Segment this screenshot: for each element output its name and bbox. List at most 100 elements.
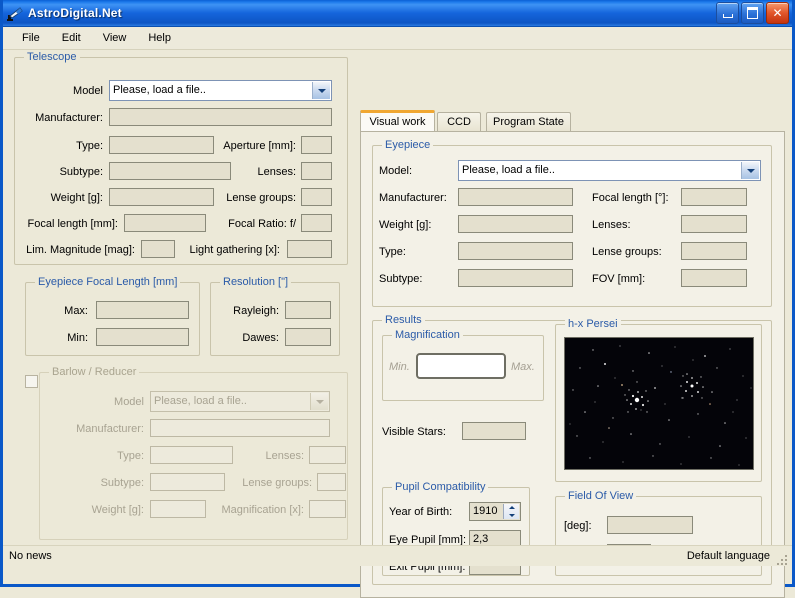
visual-work-panel: Eyepiece Model: Please, load a file.. Ma… <box>360 131 785 598</box>
eyepiece-model-combo[interactable]: Please, load a file.. <box>458 160 761 181</box>
tab-ccd[interactable]: CCD <box>437 112 481 131</box>
eyepiece-focal-length-field[interactable] <box>681 188 747 206</box>
telescope-model-value: Please, load a file.. <box>113 84 206 96</box>
barlow-group: Barlow / Reducer Model Please, load a fi… <box>39 366 348 540</box>
telescope-focal-length-label: Focal length [mm]: <box>27 218 118 230</box>
telescope-model-combo[interactable]: Please, load a file.. <box>109 80 332 101</box>
resolution-dawes-field[interactable] <box>285 328 331 346</box>
fov-deg-field[interactable] <box>607 516 693 534</box>
efl-max-field[interactable] <box>96 301 189 319</box>
resolution-caption: Resolution ["] <box>220 276 292 288</box>
telescope-focal-ratio-label: Focal Ratio: f/ <box>228 218 296 230</box>
magnification-min-label: Min. <box>389 361 410 373</box>
menu-bar: File Edit View Help <box>3 27 792 50</box>
menu-item-edit[interactable]: Edit <box>51 29 92 47</box>
telescope-lenses-field[interactable] <box>301 162 332 180</box>
resolution-rayleigh-field[interactable] <box>285 301 331 319</box>
telescope-manufacturer-field[interactable] <box>109 108 332 126</box>
efl-min-field[interactable] <box>96 328 189 346</box>
barlow-type-field <box>150 446 233 464</box>
telescope-group-caption: Telescope <box>24 51 80 63</box>
eyepiece-fov-field[interactable] <box>681 269 747 287</box>
eyepiece-type-label: Type: <box>379 246 406 258</box>
magnification-group: Magnification Min. Max. <box>382 329 544 401</box>
year-of-birth-stepper[interactable]: 1910 <box>469 502 521 521</box>
eyepiece-lenses-label: Lenses: <box>592 219 631 231</box>
telescope-type-field[interactable] <box>109 136 214 154</box>
barlow-group-caption: Barlow / Reducer <box>49 366 140 378</box>
visible-stars-field[interactable] <box>462 422 526 440</box>
barlow-model-value: Please, load a file.. <box>154 395 247 407</box>
telescope-weight-label: Weight [g]: <box>50 192 103 204</box>
telescope-lim-magnitude-field[interactable] <box>141 240 175 258</box>
eyepiece-subtype-field[interactable] <box>458 269 573 287</box>
barlow-enable-checkbox[interactable] <box>25 375 38 388</box>
telescope-icon <box>7 5 23 21</box>
eyepiece-model-label: Model: <box>379 165 413 177</box>
resize-grip-icon[interactable] <box>777 552 789 565</box>
eyepiece-type-field[interactable] <box>458 242 573 260</box>
telescope-type-label: Type: <box>76 140 103 152</box>
barlow-subtype-field <box>150 473 225 491</box>
barlow-weight-field <box>150 500 206 518</box>
menu-item-view[interactable]: View <box>92 29 138 47</box>
spinner-arrows-icon[interactable] <box>503 504 519 519</box>
eyepiece-focal-length-label: Focal length [°]: <box>592 192 669 204</box>
title-bar[interactable]: AstroDigital.Net ✕ <box>3 0 792 27</box>
status-language-text: Default language <box>686 550 770 562</box>
telescope-aperture-field[interactable] <box>301 136 332 154</box>
barlow-magnification-field <box>309 500 346 518</box>
chevron-down-icon[interactable] <box>741 162 759 179</box>
visible-stars-label: Visible Stars: <box>382 426 446 438</box>
window-title: AstroDigital.Net <box>28 6 122 20</box>
results-group-caption: Results <box>382 314 425 326</box>
barlow-model-label: Model <box>114 396 144 408</box>
eyepiece-model-value: Please, load a file.. <box>462 164 555 176</box>
persei-star-field-image <box>564 337 754 470</box>
minimize-button[interactable] <box>716 2 739 24</box>
year-of-birth-label: Year of Birth: <box>389 506 453 518</box>
efl-min-label: Min: <box>67 332 88 344</box>
barlow-type-label: Type: <box>117 450 144 462</box>
resolution-group: Resolution ["] Rayleigh: Dawes: <box>210 276 340 356</box>
magnification-caption: Magnification <box>392 329 463 341</box>
telescope-group: Telescope Model Please, load a file.. Ma… <box>14 51 348 265</box>
eyepiece-manufacturer-field[interactable] <box>458 188 573 206</box>
eyepiece-lenses-field[interactable] <box>681 215 747 233</box>
telescope-light-gathering-field[interactable] <box>287 240 332 258</box>
telescope-lim-magnitude-label: Lim. Magnitude [mag]: <box>26 244 135 256</box>
barlow-lenses-label: Lenses: <box>265 450 304 462</box>
barlow-lenses-field <box>309 446 346 464</box>
tab-program-state[interactable]: Program State <box>486 112 571 131</box>
field-of-view-caption: Field Of View <box>565 490 637 502</box>
magnification-value-box[interactable] <box>416 353 506 379</box>
eyepiece-focal-length-caption: Eyepiece Focal Length [mm] <box>35 276 181 288</box>
barlow-lense-groups-label: Lense groups: <box>242 477 312 489</box>
telescope-model-label: Model <box>73 85 103 97</box>
eyepiece-weight-field[interactable] <box>458 215 573 233</box>
barlow-weight-label: Weight [g]: <box>91 504 144 516</box>
telescope-focal-length-field[interactable] <box>124 214 206 232</box>
eyepiece-focal-length-group: Eyepiece Focal Length [mm] Max: Min: <box>25 276 200 356</box>
eyepiece-lense-groups-field[interactable] <box>681 242 747 260</box>
menu-item-help[interactable]: Help <box>137 29 182 47</box>
telescope-focal-ratio-field[interactable] <box>301 214 332 232</box>
close-button[interactable]: ✕ <box>766 2 789 24</box>
maximize-button[interactable] <box>741 2 764 24</box>
application-window: AstroDigital.Net ✕ File Edit View Help T… <box>0 0 795 598</box>
barlow-lense-groups-field <box>317 473 346 491</box>
eyepiece-fov-label: FOV [mm]: <box>592 273 646 285</box>
status-news-text: No news <box>9 550 52 562</box>
tab-visual-work[interactable]: Visual work <box>360 110 435 131</box>
chevron-down-icon[interactable] <box>312 82 330 99</box>
menu-item-file[interactable]: File <box>11 29 51 47</box>
telescope-manufacturer-label: Manufacturer: <box>35 112 103 124</box>
telescope-lense-groups-field[interactable] <box>301 188 332 206</box>
telescope-subtype-field[interactable] <box>109 162 231 180</box>
telescope-weight-field[interactable] <box>109 188 214 206</box>
efl-max-label: Max: <box>64 305 88 317</box>
year-of-birth-value: 1910 <box>473 505 498 517</box>
eyepiece-weight-label: Weight [g]: <box>379 219 432 231</box>
tab-strip: Visual work CCD Program State <box>360 110 785 131</box>
eyepiece-lense-groups-label: Lense groups: <box>592 246 662 258</box>
